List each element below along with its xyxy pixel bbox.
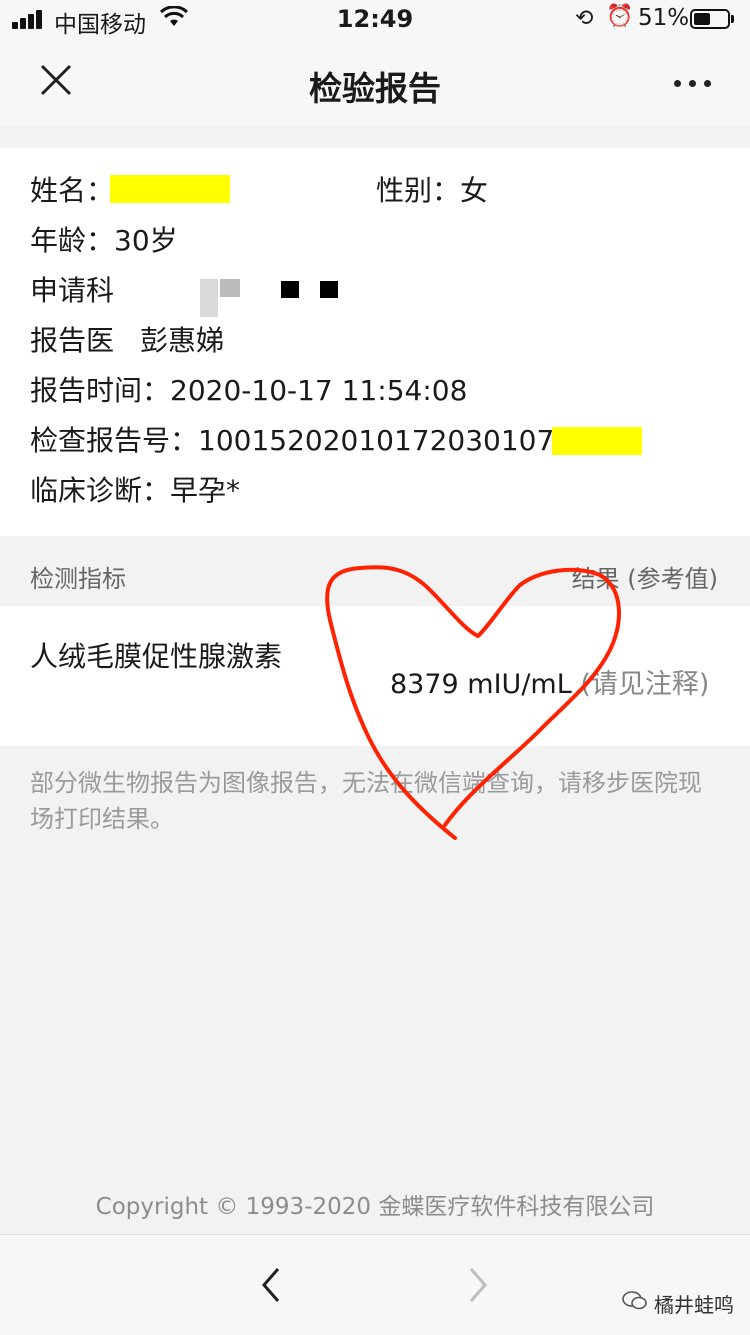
- battery-tip: [731, 15, 734, 23]
- header-item: 检测指标: [30, 565, 126, 593]
- more-icon[interactable]: [668, 68, 718, 98]
- report-time-value: 2020-10-17 11:54:08: [170, 374, 468, 407]
- department-redaction: [320, 281, 338, 298]
- forward-icon[interactable]: [455, 1263, 499, 1307]
- browser-toolbar: 橘井蛙鸣: [0, 1234, 750, 1335]
- department-redaction: [200, 279, 218, 317]
- page-title: 检验报告: [309, 69, 441, 108]
- diagnosis-value: 早孕*: [170, 474, 241, 507]
- notice-text: 部分微生物报告为图像报告，无法在微信端查询，请移步医院现场打印结果。: [30, 769, 702, 833]
- report-time-row: 报告时间：2020-10-17 11:54:08: [30, 371, 467, 411]
- report-time-label: 报告时间：: [30, 374, 171, 407]
- battery-icon: [690, 9, 730, 29]
- wechat-icon: [622, 1291, 648, 1311]
- age-value: 30岁: [114, 224, 178, 257]
- gender-row: 性别：女: [376, 171, 488, 211]
- doctor-row: 报告医 彭惠娣: [30, 321, 224, 361]
- results-table-header: 检测指标 结果 (参考值): [0, 540, 750, 606]
- report-number-redaction: [552, 427, 642, 455]
- patient-info-card: 姓名： 性别：女 年龄：30岁 申请科 报告医 彭惠娣 报告时间：2020-10-…: [0, 148, 750, 536]
- doctor-label: 报告医: [30, 324, 115, 357]
- alarm-icon: ⏰: [606, 4, 634, 29]
- close-icon[interactable]: [36, 60, 76, 100]
- watermark: 橘井蛙鸣: [654, 1293, 734, 1317]
- rotation-lock-icon: ⟲: [575, 6, 594, 31]
- name-row: 姓名：: [30, 171, 114, 211]
- result-reference: (请见注释): [580, 669, 710, 700]
- copyright: Copyright © 1993-2020 金蝶医疗软件科技有限公司: [95, 1194, 655, 1220]
- diagnosis-label: 临床诊断：: [30, 474, 171, 507]
- name-label: 姓名：: [30, 174, 115, 207]
- battery-percent: 51%: [638, 5, 690, 31]
- test-name: 人绒毛膜促性腺激素: [30, 640, 283, 673]
- gender-label: 性别：: [376, 174, 461, 207]
- age-row: 年龄：30岁: [30, 221, 178, 261]
- department-redaction: [220, 279, 240, 297]
- department-row: 申请科: [30, 271, 114, 311]
- status-bar: 中国移动 12:49 ⟲ ⏰ 51%: [0, 0, 750, 40]
- report-number-row: 检查报告号：100152020101720301075: [30, 421, 572, 461]
- table-row[interactable]: 人绒毛膜促性腺激素 8379 mIU/mL (请见注释): [0, 606, 750, 746]
- department-redaction: [281, 281, 299, 298]
- battery-level-fill: [694, 13, 710, 25]
- name-redaction: [110, 175, 230, 203]
- report-number-label: 检查报告号：: [30, 424, 199, 457]
- department-label: 申请科: [30, 274, 115, 307]
- age-label: 年龄：: [30, 224, 115, 257]
- report-number-value: 100152020101720301075: [198, 424, 573, 457]
- back-icon[interactable]: [250, 1263, 294, 1307]
- diagnosis-row: 临床诊断：早孕*: [30, 471, 240, 511]
- gender-value: 女: [460, 174, 489, 207]
- nav-bar: 检验报告: [0, 40, 750, 126]
- result-value: 8379 mIU/mL: [390, 669, 572, 700]
- header-result: 结果 (参考值): [571, 565, 718, 593]
- doctor-value: 彭惠娣: [140, 324, 225, 357]
- test-result: 8379 mIU/mL (请见注释): [390, 662, 709, 701]
